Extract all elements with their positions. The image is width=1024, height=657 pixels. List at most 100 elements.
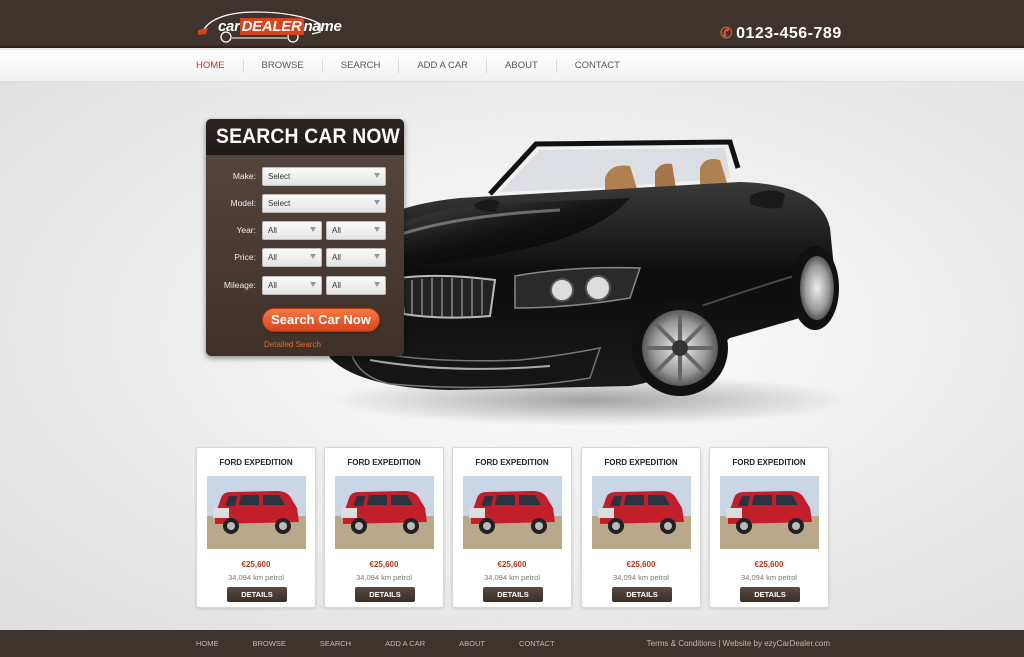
search-panel-title: SEARCH CAR NOW xyxy=(216,125,400,148)
nav-list: HOME BROWSE SEARCH ADD A CAR ABOUT CONTA… xyxy=(196,50,638,82)
logo-word-car: car xyxy=(218,18,240,35)
price-to-select[interactable]: All xyxy=(326,248,386,267)
logo-word-dealer: DEALER xyxy=(239,18,304,35)
red-suv-image xyxy=(207,476,306,549)
footer-nav-home[interactable]: HOME xyxy=(196,639,219,648)
search-car-now-button[interactable]: Search Car Now xyxy=(262,308,380,332)
listing-price: €25,600 xyxy=(626,560,656,569)
mileage-to-select[interactable]: All xyxy=(326,276,386,295)
details-button[interactable]: DETAILS xyxy=(740,587,800,602)
nav-item-home[interactable]: HOME xyxy=(196,59,244,73)
year-from-select[interactable]: All xyxy=(262,221,322,240)
listing-title: FORD EXPEDITION xyxy=(347,458,421,467)
red-suv-image xyxy=(463,476,562,549)
make-row: Make: Select xyxy=(206,167,404,187)
listing-card[interactable]: FORD EXPEDITION €25,600 34,094 km petrol… xyxy=(452,447,572,608)
price-from-select[interactable]: All xyxy=(262,248,322,267)
listing-photo[interactable] xyxy=(592,476,691,549)
year-row: Year: All All xyxy=(206,221,404,241)
logo-word-name: name xyxy=(303,18,342,35)
terms-link[interactable]: Terms & Conditions xyxy=(647,639,716,648)
logo[interactable]: car DEALER name xyxy=(196,8,342,44)
nav-item-search[interactable]: SEARCH xyxy=(323,59,400,73)
red-suv-image xyxy=(335,476,434,549)
listing-details: 34,094 km petrol xyxy=(741,573,797,582)
year-to-value: All xyxy=(332,226,341,235)
search-panel: SEARCH CAR NOW Make: Select Model: Selec… xyxy=(206,119,404,356)
listing-card[interactable]: FORD EXPEDITION €25,600 34,094 km petrol… xyxy=(709,447,829,608)
listing-title: FORD EXPEDITION xyxy=(219,458,293,467)
listing-card[interactable]: FORD EXPEDITION €25,600 34,094 km petrol… xyxy=(324,447,444,608)
details-button[interactable]: DETAILS xyxy=(227,587,287,602)
listing-details: 34,094 km petrol xyxy=(356,573,412,582)
footer-nav: HOME BROWSE SEARCH ADD A CAR ABOUT CONTA… xyxy=(196,630,589,657)
website-credit-link[interactable]: Website by ezyCarDealer.com xyxy=(723,639,830,648)
listing-photo[interactable] xyxy=(463,476,562,549)
price-from-value: All xyxy=(268,253,277,262)
footer-nav-contact[interactable]: CONTACT xyxy=(519,639,555,648)
footer-legal: Terms & Conditions | Website by ezyCarDe… xyxy=(647,630,830,657)
listing-title: FORD EXPEDITION xyxy=(475,458,549,467)
chevron-down-icon xyxy=(310,282,316,287)
listing-photo[interactable] xyxy=(207,476,306,549)
header: car DEALER name ✆ 0123-456-789 xyxy=(0,0,1024,48)
year-from-value: All xyxy=(268,226,277,235)
listing-price: €25,600 xyxy=(369,560,399,569)
chevron-down-icon xyxy=(310,227,316,232)
listing-photo[interactable] xyxy=(720,476,819,549)
details-button[interactable]: DETAILS xyxy=(612,587,672,602)
red-suv-image xyxy=(720,476,819,549)
nav-item-browse[interactable]: BROWSE xyxy=(244,59,323,73)
footer-nav-search[interactable]: SEARCH xyxy=(320,639,351,648)
listing-price: €25,600 xyxy=(241,560,271,569)
listing-price: €25,600 xyxy=(497,560,527,569)
footer: HOME BROWSE SEARCH ADD A CAR ABOUT CONTA… xyxy=(0,630,1024,657)
chevron-down-icon xyxy=(374,200,380,205)
listing-card[interactable]: FORD EXPEDITION €25,600 34,094 km petrol… xyxy=(581,447,701,608)
footer-nav-add-a-car[interactable]: ADD A CAR xyxy=(385,639,425,648)
footer-nav-about[interactable]: ABOUT xyxy=(459,639,485,648)
listing-photo[interactable] xyxy=(335,476,434,549)
details-button[interactable]: DETAILS xyxy=(355,587,415,602)
chevron-down-icon xyxy=(374,173,380,178)
make-select-value: Select xyxy=(268,172,291,181)
footer-separator: | xyxy=(718,639,721,648)
listing-details: 34,094 km petrol xyxy=(228,573,284,582)
nav-item-contact[interactable]: CONTACT xyxy=(557,59,638,73)
mileage-from-value: All xyxy=(268,281,277,290)
chevron-down-icon xyxy=(310,254,316,259)
price-row: Price: All All xyxy=(206,248,404,268)
phone-number: ✆ 0123-456-789 xyxy=(720,24,842,43)
nav-item-about[interactable]: ABOUT xyxy=(487,59,557,73)
chevron-down-icon xyxy=(374,227,380,232)
year-to-select[interactable]: All xyxy=(326,221,386,240)
mileage-from-select[interactable]: All xyxy=(262,276,322,295)
phone-text: 0123-456-789 xyxy=(736,25,842,42)
year-label: Year: xyxy=(236,225,256,235)
chevron-down-icon xyxy=(374,254,380,259)
footer-nav-browse[interactable]: BROWSE xyxy=(253,639,286,648)
logo-text: car DEALER name xyxy=(218,18,342,35)
details-button[interactable]: DETAILS xyxy=(483,587,543,602)
listing-card[interactable]: FORD EXPEDITION €25,600 34,094 km petrol… xyxy=(196,447,316,608)
model-select[interactable]: Select xyxy=(262,194,386,213)
price-label: Price: xyxy=(234,252,256,262)
price-to-value: All xyxy=(332,253,341,262)
red-suv-image xyxy=(592,476,691,549)
detailed-search-link[interactable]: Detailed Search xyxy=(264,340,321,349)
model-select-value: Select xyxy=(268,199,291,208)
listing-title: FORD EXPEDITION xyxy=(604,458,678,467)
make-select[interactable]: Select xyxy=(262,167,386,186)
listing-price: €25,600 xyxy=(754,560,784,569)
main-navigation: HOME BROWSE SEARCH ADD A CAR ABOUT CONTA… xyxy=(0,50,1024,82)
listing-title: FORD EXPEDITION xyxy=(732,458,806,467)
listing-details: 34,094 km petrol xyxy=(613,573,669,582)
model-label: Model: xyxy=(230,198,256,208)
chevron-down-icon xyxy=(374,282,380,287)
mileage-row: Mileage: All All xyxy=(206,276,404,296)
listing-details: 34,094 km petrol xyxy=(484,573,540,582)
search-panel-header: SEARCH CAR NOW xyxy=(206,119,404,155)
make-label: Make: xyxy=(232,171,256,181)
nav-item-add-a-car[interactable]: ADD A CAR xyxy=(399,59,488,73)
mileage-to-value: All xyxy=(332,281,341,290)
